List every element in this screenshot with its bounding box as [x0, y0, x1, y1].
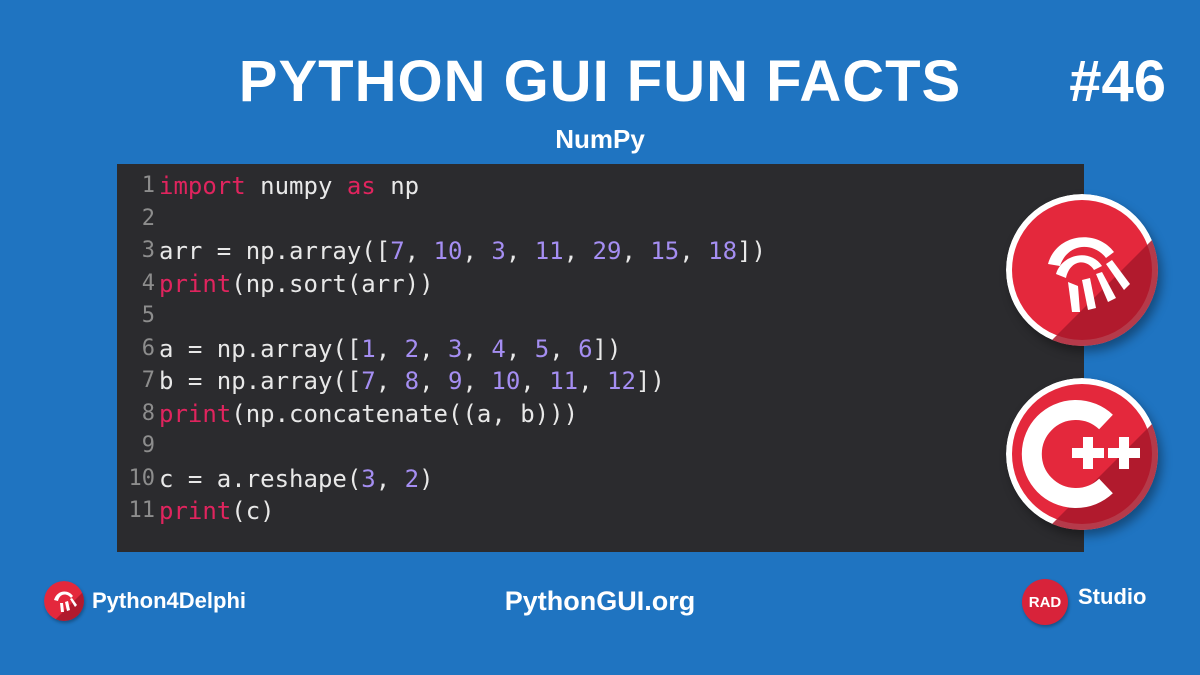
code-token: ) — [419, 464, 434, 493]
code-token: arr = np.array([ — [159, 237, 391, 265]
line-number: 2 — [141, 205, 155, 231]
cpp-builder-icon — [1006, 378, 1158, 530]
code-token: , — [505, 334, 535, 363]
code-text: print(np.concatenate((a, b))) — [159, 398, 578, 431]
code-text: c = a.reshape(3, 2) — [159, 463, 434, 496]
code-number: 3 — [448, 334, 463, 363]
code-token: c = a.reshape( — [159, 464, 362, 493]
code-text: print(c) — [159, 495, 275, 528]
code-text: arr = np.array([7, 10, 3, 11, 29, 15, 18… — [159, 235, 766, 268]
code-number: 11 — [549, 367, 579, 395]
code-line: 9 — [117, 430, 1084, 463]
code-line: 4 print(np.sort(arr)) — [117, 268, 1084, 301]
fact-number: #46 — [1069, 49, 1166, 114]
line-number: 3 — [141, 238, 155, 263]
code-token: , — [462, 237, 492, 265]
code-token: , — [375, 367, 405, 395]
code-token: (np.sort(arr)) — [231, 269, 434, 298]
code-token: (c) — [231, 497, 275, 525]
code-token: , — [621, 237, 651, 265]
code-number: 6 — [578, 334, 593, 363]
code-number: 9 — [448, 367, 463, 395]
code-line: 8 print(np.concatenate((a, b))) — [117, 398, 1084, 431]
code-text: b = np.array([7, 8, 9, 10, 11, 12]) — [159, 365, 665, 398]
code-token: numpy — [245, 172, 347, 200]
code-number: 4 — [491, 334, 506, 363]
line-number: 1 — [141, 173, 155, 198]
line-number: 4 — [141, 270, 155, 296]
code-keyword: as — [346, 172, 376, 200]
code-number: 10 — [433, 237, 463, 265]
code-keyword: print — [159, 399, 232, 428]
code-token: b = np.array([ — [159, 367, 362, 395]
studio-label: Studio — [1078, 584, 1147, 609]
code-number: 7 — [390, 237, 405, 265]
code-line: 10 c = a.reshape(3, 2) — [117, 463, 1084, 496]
line-number: 6 — [141, 335, 155, 361]
rad-studio-brand: RAD Studio — [1022, 579, 1146, 625]
code-text: print(np.sort(arr)) — [159, 268, 434, 301]
code-number: 11 — [534, 237, 564, 265]
code-number: 10 — [491, 367, 521, 395]
code-number: 15 — [650, 237, 680, 265]
code-token: ]) — [737, 237, 766, 265]
code-token: ]) — [635, 367, 665, 395]
code-token: , — [419, 334, 449, 363]
code-token: (np.concatenate((a, b))) — [231, 399, 579, 428]
code-line: 2 — [117, 203, 1084, 236]
code-keyword: print — [159, 497, 232, 525]
code-panel: 1 import numpy as np 2 3 arr = np.array([7, … — [117, 164, 1084, 552]
line-number: 8 — [141, 400, 155, 426]
code-line: 6a = np.array([1, 2, 3, 4, 5, 6]) — [117, 333, 1084, 366]
code-token: , — [549, 334, 579, 363]
code-number: 8 — [404, 367, 420, 395]
code-token: a = np.array([ — [159, 334, 362, 363]
code-text: import numpy as np — [159, 170, 419, 203]
code-token: , — [419, 367, 449, 395]
page-title: PYTHON GUI FUN FACTS — [238, 49, 962, 114]
code-keyword: import — [159, 172, 246, 200]
code-token: , — [462, 367, 492, 395]
code-token: ]) — [592, 334, 622, 363]
code-line: 11 print(c) — [117, 495, 1084, 528]
code-token: , — [462, 334, 492, 363]
code-number: 29 — [592, 237, 622, 265]
code-token: , — [375, 464, 405, 493]
code-number: 2 — [404, 464, 420, 493]
code-token: , — [679, 237, 709, 265]
code-token: , — [520, 367, 550, 395]
code-token: , — [505, 237, 535, 265]
line-number: 5 — [141, 303, 155, 328]
line-number: 7 — [141, 368, 155, 393]
code-keyword: print — [159, 269, 232, 298]
code-line: 5 — [117, 300, 1084, 333]
delphi-helmet-icon — [1006, 194, 1158, 346]
rad-badge-icon: RAD — [1022, 579, 1068, 625]
line-number: 10 — [128, 465, 156, 491]
page-subtitle: NumPy — [555, 124, 645, 154]
code-number: 12 — [607, 367, 636, 395]
code-number: 1 — [361, 334, 376, 363]
code-number: 3 — [361, 464, 376, 493]
code-line: 7b = np.array([7, 8, 9, 10, 11, 12]) — [117, 365, 1084, 398]
code-line: 3 arr = np.array([7, 10, 3, 11, 29, 15, 1… — [117, 235, 1084, 268]
line-number: 9 — [141, 433, 155, 458]
code-token: np — [375, 172, 420, 200]
code-token: , — [375, 334, 405, 363]
code-token: , — [563, 237, 593, 265]
code-line: 1 import numpy as np — [117, 170, 1084, 203]
code-number: 18 — [708, 237, 738, 265]
code-token: , — [578, 367, 607, 395]
code-number: 7 — [361, 367, 376, 395]
code-number: 3 — [491, 237, 506, 265]
code-number: 2 — [404, 334, 420, 363]
line-number: 11 — [128, 498, 156, 523]
code-text: a = np.array([1, 2, 3, 4, 5, 6]) — [159, 333, 621, 366]
code-number: 5 — [534, 334, 550, 363]
website-link[interactable]: PythonGUI.org — [0, 586, 1200, 617]
code-token: , — [404, 237, 434, 265]
